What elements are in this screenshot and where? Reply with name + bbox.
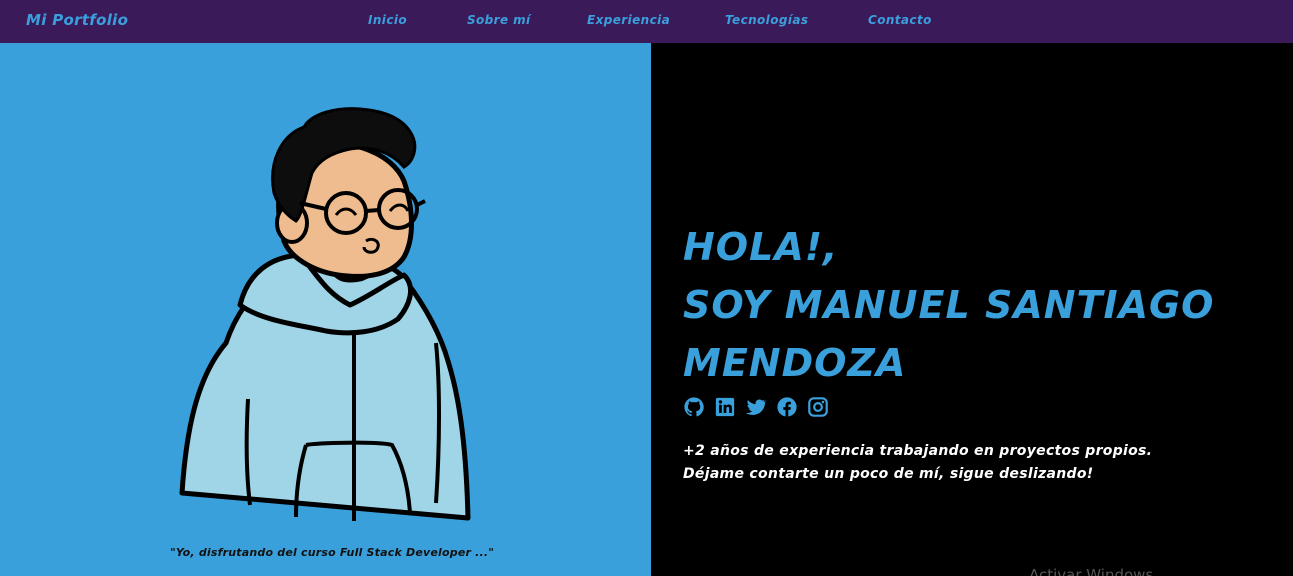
nav-link-sobre-mi[interactable]: Sobre mí <box>467 13 531 27</box>
facebook-icon[interactable] <box>776 396 798 418</box>
hero-title-line: soy Manuel Santiago <box>683 283 1215 327</box>
social-links <box>683 396 829 418</box>
nav-link-contacto[interactable]: Contacto <box>868 13 932 27</box>
hero-illustration-panel: "Yo, disfrutando del curso Full Stack De… <box>0 43 651 576</box>
nav-links: Inicio Sobre mí Experiencia Tecnologías … <box>0 13 1293 29</box>
description-line: +2 años de experiencia trabajando en pro… <box>683 443 1153 459</box>
hero-description: +2 años de experiencia trabajando en pro… <box>683 440 1152 486</box>
hero-title-line: Mendoza <box>683 341 907 385</box>
avatar-illustration <box>179 107 471 521</box>
hero-title: Hola!, soy Manuel Santiago Mendoza <box>683 218 1214 392</box>
illustration-caption: "Yo, disfrutando del curso Full Stack De… <box>170 546 495 559</box>
nav-link-experiencia[interactable]: Experiencia <box>587 13 670 27</box>
activate-windows-watermark: Activar Windows <box>1029 566 1154 576</box>
nav-link-inicio[interactable]: Inicio <box>368 13 407 27</box>
nav-link-tecnologias[interactable]: Tecnologías <box>725 13 808 27</box>
description-line: Déjame contarte un poco de mí, sigue des… <box>683 466 1094 482</box>
navbar: Mi Portfolio Inicio Sobre mí Experiencia… <box>0 0 1293 43</box>
twitter-icon[interactable] <box>745 396 767 418</box>
linkedin-icon[interactable] <box>714 396 736 418</box>
github-icon[interactable] <box>683 396 705 418</box>
instagram-icon[interactable] <box>807 396 829 418</box>
hero-title-line: Hola!, <box>683 225 839 269</box>
hero-intro-panel: Hola!, soy Manuel Santiago Mendoza +2 añ… <box>651 43 1293 576</box>
